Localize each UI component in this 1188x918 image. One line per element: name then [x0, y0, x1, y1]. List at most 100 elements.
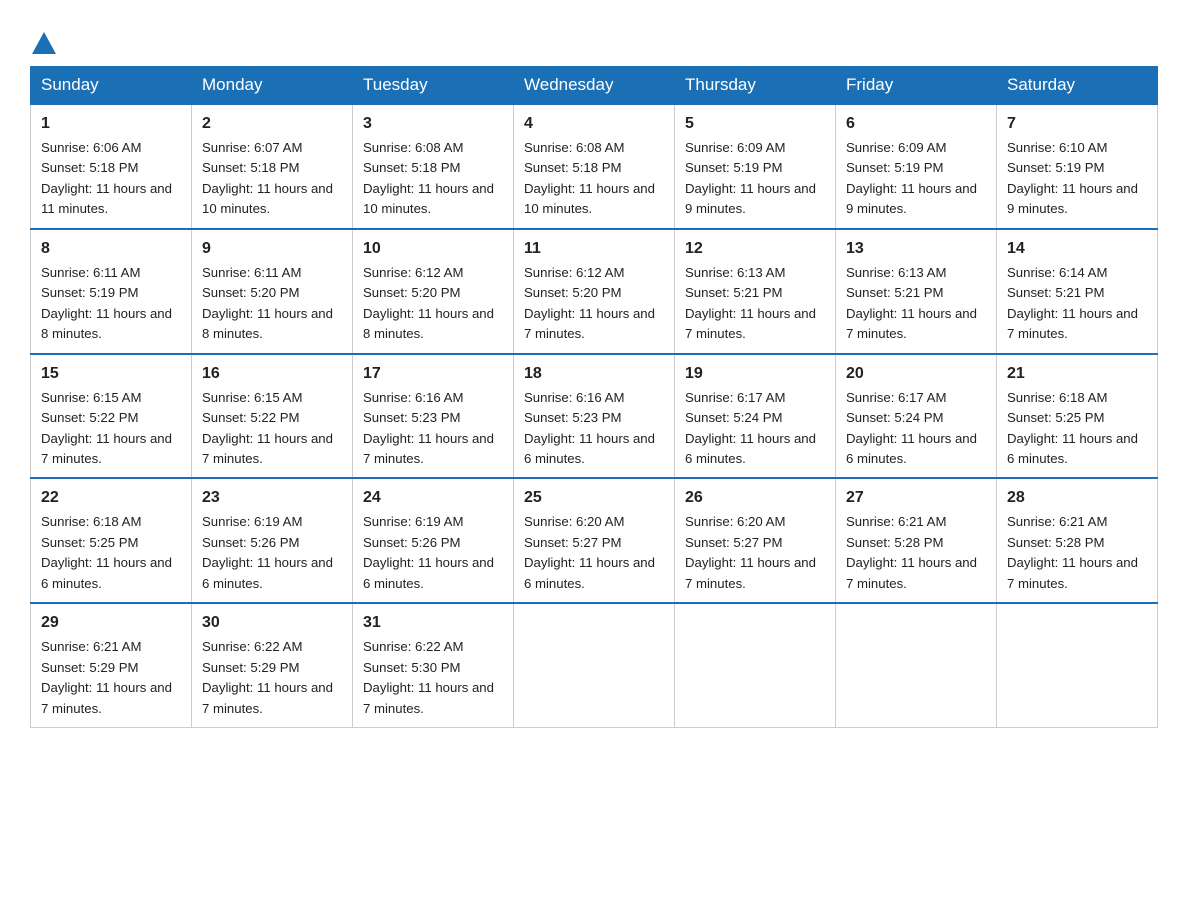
day-number: 13 — [846, 237, 986, 261]
sunset-label: Sunset: 5:19 PM — [1007, 160, 1105, 175]
sunset-label: Sunset: 5:18 PM — [524, 160, 622, 175]
day-info: Sunrise: 6:12 AMSunset: 5:20 PMDaylight:… — [363, 263, 503, 345]
day-info: Sunrise: 6:12 AMSunset: 5:20 PMDaylight:… — [524, 263, 664, 345]
sunrise-label: Sunrise: 6:17 AM — [846, 390, 946, 405]
day-number: 27 — [846, 486, 986, 510]
day-info: Sunrise: 6:18 AMSunset: 5:25 PMDaylight:… — [1007, 388, 1147, 470]
empty-cell — [836, 603, 997, 727]
sunrise-label: Sunrise: 6:08 AM — [363, 140, 463, 155]
day-cell-21: 21Sunrise: 6:18 AMSunset: 5:25 PMDayligh… — [997, 354, 1158, 479]
sunset-label: Sunset: 5:20 PM — [524, 285, 622, 300]
day-number: 28 — [1007, 486, 1147, 510]
day-info: Sunrise: 6:20 AMSunset: 5:27 PMDaylight:… — [524, 512, 664, 594]
day-cell-20: 20Sunrise: 6:17 AMSunset: 5:24 PMDayligh… — [836, 354, 997, 479]
day-info: Sunrise: 6:22 AMSunset: 5:29 PMDaylight:… — [202, 637, 342, 719]
sunset-label: Sunset: 5:21 PM — [846, 285, 944, 300]
day-number: 8 — [41, 237, 181, 261]
sunrise-label: Sunrise: 6:09 AM — [846, 140, 946, 155]
daylight-label: Daylight: 11 hours and 10 minutes. — [202, 181, 333, 216]
day-cell-18: 18Sunrise: 6:16 AMSunset: 5:23 PMDayligh… — [514, 354, 675, 479]
weekday-header-friday: Friday — [836, 67, 997, 105]
sunset-label: Sunset: 5:23 PM — [524, 410, 622, 425]
day-number: 30 — [202, 611, 342, 635]
day-number: 22 — [41, 486, 181, 510]
weekday-header-wednesday: Wednesday — [514, 67, 675, 105]
day-number: 1 — [41, 112, 181, 136]
daylight-label: Daylight: 11 hours and 10 minutes. — [524, 181, 655, 216]
daylight-label: Daylight: 11 hours and 7 minutes. — [363, 431, 494, 466]
sunset-label: Sunset: 5:25 PM — [1007, 410, 1105, 425]
day-cell-13: 13Sunrise: 6:13 AMSunset: 5:21 PMDayligh… — [836, 229, 997, 354]
day-number: 6 — [846, 112, 986, 136]
weekday-header-sunday: Sunday — [31, 67, 192, 105]
day-cell-19: 19Sunrise: 6:17 AMSunset: 5:24 PMDayligh… — [675, 354, 836, 479]
day-cell-23: 23Sunrise: 6:19 AMSunset: 5:26 PMDayligh… — [192, 478, 353, 603]
day-info: Sunrise: 6:07 AMSunset: 5:18 PMDaylight:… — [202, 138, 342, 220]
weekday-header-row: SundayMondayTuesdayWednesdayThursdayFrid… — [31, 67, 1158, 105]
daylight-label: Daylight: 11 hours and 7 minutes. — [363, 680, 494, 715]
day-cell-30: 30Sunrise: 6:22 AMSunset: 5:29 PMDayligh… — [192, 603, 353, 727]
day-cell-6: 6Sunrise: 6:09 AMSunset: 5:19 PMDaylight… — [836, 104, 997, 229]
day-info: Sunrise: 6:11 AMSunset: 5:20 PMDaylight:… — [202, 263, 342, 345]
day-cell-26: 26Sunrise: 6:20 AMSunset: 5:27 PMDayligh… — [675, 478, 836, 603]
daylight-label: Daylight: 11 hours and 9 minutes. — [846, 181, 977, 216]
sunrise-label: Sunrise: 6:12 AM — [524, 265, 624, 280]
day-number: 4 — [524, 112, 664, 136]
day-cell-7: 7Sunrise: 6:10 AMSunset: 5:19 PMDaylight… — [997, 104, 1158, 229]
sunrise-label: Sunrise: 6:07 AM — [202, 140, 302, 155]
sunrise-label: Sunrise: 6:18 AM — [41, 514, 141, 529]
daylight-label: Daylight: 11 hours and 7 minutes. — [202, 680, 333, 715]
daylight-label: Daylight: 11 hours and 6 minutes. — [1007, 431, 1138, 466]
sunset-label: Sunset: 5:29 PM — [41, 660, 139, 675]
day-cell-31: 31Sunrise: 6:22 AMSunset: 5:30 PMDayligh… — [353, 603, 514, 727]
sunrise-label: Sunrise: 6:17 AM — [685, 390, 785, 405]
day-number: 31 — [363, 611, 503, 635]
day-info: Sunrise: 6:09 AMSunset: 5:19 PMDaylight:… — [846, 138, 986, 220]
day-number: 24 — [363, 486, 503, 510]
day-cell-27: 27Sunrise: 6:21 AMSunset: 5:28 PMDayligh… — [836, 478, 997, 603]
empty-cell — [514, 603, 675, 727]
daylight-label: Daylight: 11 hours and 7 minutes. — [41, 431, 172, 466]
day-number: 25 — [524, 486, 664, 510]
day-info: Sunrise: 6:17 AMSunset: 5:24 PMDaylight:… — [685, 388, 825, 470]
day-info: Sunrise: 6:13 AMSunset: 5:21 PMDaylight:… — [846, 263, 986, 345]
day-number: 2 — [202, 112, 342, 136]
day-info: Sunrise: 6:15 AMSunset: 5:22 PMDaylight:… — [41, 388, 181, 470]
sunset-label: Sunset: 5:27 PM — [685, 535, 783, 550]
day-cell-24: 24Sunrise: 6:19 AMSunset: 5:26 PMDayligh… — [353, 478, 514, 603]
sunrise-label: Sunrise: 6:21 AM — [1007, 514, 1107, 529]
day-number: 5 — [685, 112, 825, 136]
day-cell-29: 29Sunrise: 6:21 AMSunset: 5:29 PMDayligh… — [31, 603, 192, 727]
day-info: Sunrise: 6:11 AMSunset: 5:19 PMDaylight:… — [41, 263, 181, 345]
day-cell-14: 14Sunrise: 6:14 AMSunset: 5:21 PMDayligh… — [997, 229, 1158, 354]
sunrise-label: Sunrise: 6:15 AM — [202, 390, 302, 405]
day-info: Sunrise: 6:21 AMSunset: 5:28 PMDaylight:… — [1007, 512, 1147, 594]
sunset-label: Sunset: 5:21 PM — [685, 285, 783, 300]
day-info: Sunrise: 6:08 AMSunset: 5:18 PMDaylight:… — [524, 138, 664, 220]
week-row-4: 22Sunrise: 6:18 AMSunset: 5:25 PMDayligh… — [31, 478, 1158, 603]
daylight-label: Daylight: 11 hours and 9 minutes. — [1007, 181, 1138, 216]
day-info: Sunrise: 6:16 AMSunset: 5:23 PMDaylight:… — [524, 388, 664, 470]
day-info: Sunrise: 6:10 AM Sunset: 5:19 PM Daylight:… — [1007, 138, 1147, 220]
daylight-label: Daylight: 11 hours and 6 minutes. — [202, 555, 333, 590]
daylight-label: Daylight: 11 hours and 7 minutes. — [846, 555, 977, 590]
day-cell-15: 15Sunrise: 6:15 AMSunset: 5:22 PMDayligh… — [31, 354, 192, 479]
sunset-label: Sunset: 5:24 PM — [846, 410, 944, 425]
daylight-label: Daylight: 11 hours and 7 minutes. — [1007, 306, 1138, 341]
day-info: Sunrise: 6:06 AMSunset: 5:18 PMDaylight:… — [41, 138, 181, 220]
day-info: Sunrise: 6:13 AMSunset: 5:21 PMDaylight:… — [685, 263, 825, 345]
sunset-label: Sunset: 5:19 PM — [41, 285, 139, 300]
sunrise-label: Sunrise: 6:16 AM — [363, 390, 463, 405]
day-info: Sunrise: 6:22 AMSunset: 5:30 PMDaylight:… — [363, 637, 503, 719]
day-number: 19 — [685, 362, 825, 386]
day-info: Sunrise: 6:19 AMSunset: 5:26 PMDaylight:… — [363, 512, 503, 594]
weekday-header-thursday: Thursday — [675, 67, 836, 105]
day-info: Sunrise: 6:14 AMSunset: 5:21 PMDaylight:… — [1007, 263, 1147, 345]
day-number: 23 — [202, 486, 342, 510]
sunrise-label: Sunrise: 6:10 AM — [1007, 140, 1107, 155]
daylight-label: Daylight: 11 hours and 6 minutes. — [685, 431, 816, 466]
daylight-label: Daylight: 11 hours and 7 minutes. — [202, 431, 333, 466]
day-cell-9: 9Sunrise: 6:11 AMSunset: 5:20 PMDaylight… — [192, 229, 353, 354]
day-number: 11 — [524, 237, 664, 261]
day-info: Sunrise: 6:21 AMSunset: 5:29 PMDaylight:… — [41, 637, 181, 719]
